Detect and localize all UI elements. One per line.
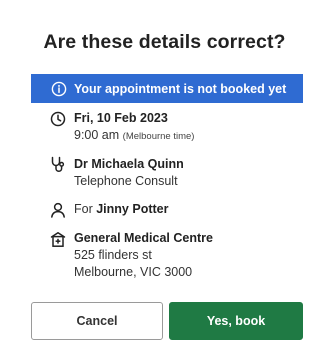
clinic-name: General Medical Centre [74,231,213,245]
medical-building-icon [49,230,67,248]
dialog-actions: Cancel Yes, book [31,302,303,340]
patient-details: For Jinny Potter [49,201,168,219]
practitioner-name: Dr Michaela Quinn [74,157,184,171]
info-icon [51,81,67,97]
dialog-title: Are these details correct? [43,31,286,53]
practitioner-details: Dr Michaela Quinn Telephone Consult [49,156,184,190]
not-booked-banner: Your appointment is not booked yet [31,74,303,103]
appointment-timezone: (Melbourne time) [122,131,195,142]
confirm-booking-button[interactable]: Yes, book [169,302,303,340]
person-icon [49,201,67,219]
appointment-date: Fri, 10 Feb 2023 [74,111,168,125]
clinic-address-line1: 525 flinders st [74,248,152,262]
clock-icon [49,110,67,128]
appointment-datetime: Fri, 10 Feb 2023 9:00 am (Melbourne time… [49,110,194,145]
clinic-address-line2: Melbourne, VIC 3000 [74,265,193,279]
patient-name: Jinny Potter [96,202,169,216]
clinic-details: General Medical Centre 525 flinders st M… [49,230,213,281]
consult-type: Telephone Consult [74,174,178,188]
stethoscope-icon [49,156,67,174]
booking-confirmation-dialog: Are these details correct? Your appointm… [0,0,329,359]
cancel-button[interactable]: Cancel [31,302,163,340]
patient-prefix: For [74,202,93,216]
banner-text: Your appointment is not booked yet [74,81,287,96]
appointment-time: 9:00 am [74,128,120,142]
